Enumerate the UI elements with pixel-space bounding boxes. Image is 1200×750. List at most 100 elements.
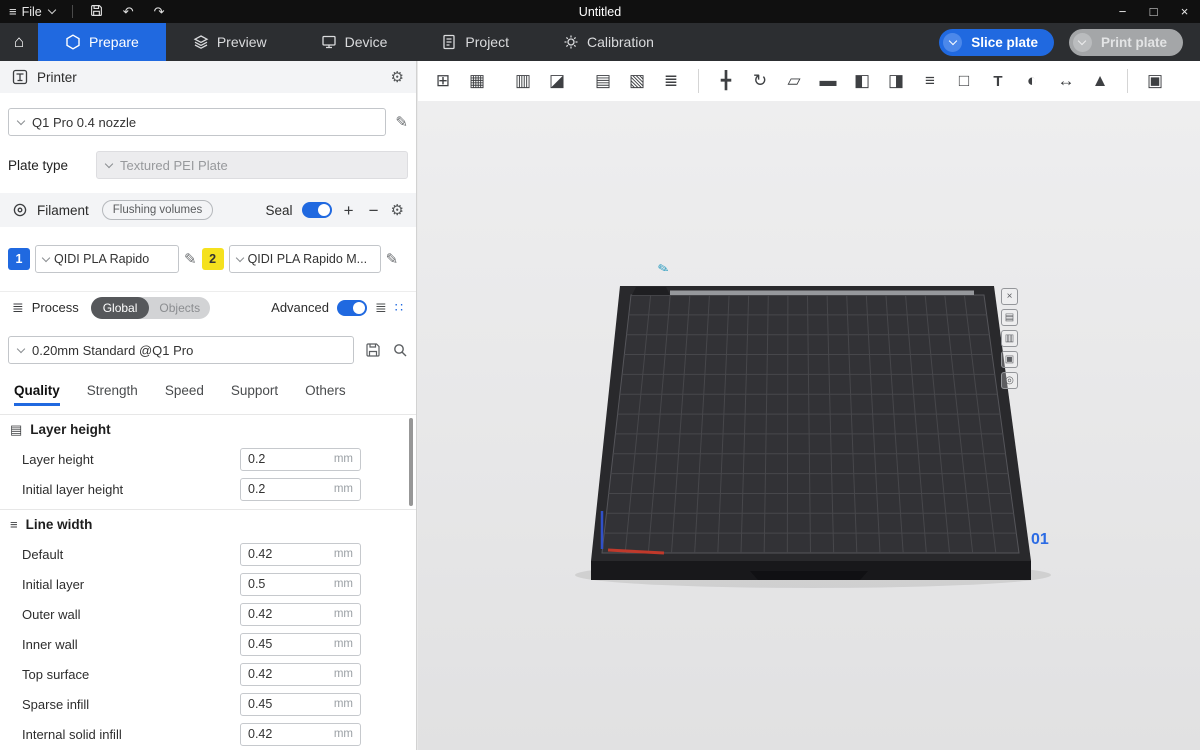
filament-header-label: Filament — [37, 203, 89, 218]
param-section-title: Line width — [26, 517, 93, 532]
tab-prepare[interactable]: Prepare — [38, 23, 166, 61]
add-multiple-plates-icon[interactable]: ▦ — [464, 68, 490, 94]
viewport-canvas[interactable]: ✎ ×▤▥▣◎ 01 — [418, 101, 1200, 750]
sparse-infill-input[interactable]: 0.45mm — [240, 693, 361, 716]
paint-icon[interactable]: ◐ — [1019, 68, 1045, 94]
plate-settings-icon[interactable]: ▧ — [624, 68, 650, 94]
tab-preview[interactable]: Preview — [166, 23, 294, 61]
measure-icon[interactable]: ↔ — [1053, 68, 1079, 94]
tab-label: Device — [345, 34, 388, 50]
split-to-parts-icon[interactable]: ◨ — [883, 68, 909, 94]
label-objects-icon[interactable]: ▤ — [590, 68, 616, 94]
move-icon[interactable]: ╋ — [713, 68, 739, 94]
search-icon[interactable] — [392, 342, 408, 358]
filament-1-select[interactable]: QIDI PLA Rapido — [35, 245, 179, 273]
file-menu[interactable]: ≡ File — [9, 4, 42, 19]
preview-icon — [193, 34, 209, 50]
parameter-list-icon[interactable]: ≣ — [375, 299, 387, 316]
inner-wall-input[interactable]: 0.45mm — [240, 633, 361, 656]
tab-speed[interactable]: Speed — [165, 383, 204, 406]
assembly-view-icon[interactable]: ▣ — [1142, 68, 1168, 94]
variable-layer-height-icon[interactable]: ≡ — [917, 68, 943, 94]
add-filament-button[interactable]: + — [341, 202, 357, 219]
plate-snapshot-icon[interactable]: ▤ — [1001, 309, 1018, 326]
flushing-volumes-button[interactable]: Flushing volumes — [102, 200, 213, 220]
printer-settings-gear-icon[interactable]: ⚙ — [391, 70, 404, 85]
lay-flat-icon[interactable]: ▬ — [815, 68, 841, 94]
default-input[interactable]: 0.42mm — [240, 543, 361, 566]
top-surface-input[interactable]: 0.42mm — [240, 663, 361, 686]
save-button[interactable] — [90, 4, 103, 20]
auto-orient-icon[interactable]: ◪ — [544, 68, 570, 94]
slice-options-chevron-icon[interactable] — [943, 33, 962, 52]
rotate-icon[interactable]: ↻ — [747, 68, 773, 94]
tab-others[interactable]: Others — [305, 383, 346, 406]
close-button[interactable]: × — [1169, 0, 1200, 23]
layer-height-input[interactable]: 0.2mm — [240, 448, 361, 471]
tab-support[interactable]: Support — [231, 383, 278, 406]
delete-plate-icon[interactable]: × — [1001, 288, 1018, 305]
support-paint-icon[interactable]: ▲ — [1087, 68, 1113, 94]
chevron-down-icon — [17, 116, 25, 124]
process-preset-select[interactable]: 0.20mm Standard @Q1 Pro — [8, 336, 354, 364]
auto-arrange-icon[interactable]: ▥ — [510, 68, 536, 94]
process-icon: ≣ — [12, 299, 24, 316]
initial-layer-height-input[interactable]: 0.2mm — [240, 478, 361, 501]
filament-1-badge[interactable]: 1 — [8, 248, 30, 270]
filament-2-badge[interactable]: 2 — [202, 248, 224, 270]
undo-button[interactable]: ↶ — [123, 4, 134, 20]
advanced-toggle[interactable] — [337, 300, 367, 316]
tab-quality[interactable]: Quality — [14, 383, 60, 406]
compare-presets-icon[interactable]: ∷ — [395, 300, 404, 316]
split-to-objects-icon[interactable]: ◧ — [849, 68, 875, 94]
scope-global-button[interactable]: Global — [91, 297, 150, 319]
filament-2-select[interactable]: QIDI PLA Rapido M... — [229, 245, 381, 273]
menu-icon: ≡ — [9, 4, 17, 19]
maximize-button[interactable]: □ — [1138, 0, 1169, 23]
scale-icon[interactable]: ▱ — [781, 68, 807, 94]
edit-printer-icon[interactable]: ✎ — [395, 115, 408, 130]
tab-project[interactable]: Project — [414, 23, 536, 61]
outer-wall-input[interactable]: 0.42mm — [240, 603, 361, 626]
mesh-boolean-icon[interactable]: □ — [951, 68, 977, 94]
filament-settings-gear-icon[interactable]: ⚙ — [391, 203, 404, 218]
filament-section-header: Filament Flushing volumes Seal + − ⚙ — [0, 193, 416, 227]
minimize-button[interactable]: − — [1107, 0, 1138, 23]
lock-plate-icon[interactable]: ▣ — [1001, 351, 1018, 368]
slice-plate-button[interactable]: Slice plate — [939, 29, 1054, 56]
remove-filament-button[interactable]: − — [366, 202, 382, 219]
tab-calibration[interactable]: Calibration — [536, 23, 681, 61]
plate-camera-icon[interactable]: ◎ — [1001, 372, 1018, 389]
file-menu-label: File — [22, 5, 42, 19]
tab-strength[interactable]: Strength — [87, 383, 138, 406]
param-value: 0.2 — [248, 452, 334, 466]
print-plate-button[interactable]: Print plate — [1069, 29, 1183, 56]
plate-type-select[interactable]: Textured PEI Plate — [96, 151, 408, 179]
home-button[interactable]: ⌂ — [0, 23, 38, 61]
param-label: Internal solid infill — [22, 727, 122, 742]
seal-toggle[interactable] — [302, 202, 332, 218]
edit-filament-1-icon[interactable]: ✎ — [184, 252, 197, 267]
text-tool-icon[interactable]: T — [985, 68, 1011, 94]
scope-objects-button[interactable]: Objects — [149, 301, 210, 315]
param-row: Top surface 0.42mm — [0, 659, 416, 689]
param-label: Top surface — [22, 667, 89, 682]
tab-device[interactable]: Device — [294, 23, 415, 61]
printer-select[interactable]: Q1 Pro 0.4 nozzle — [8, 108, 386, 136]
param-row: Outer wall0.42mm — [0, 599, 416, 629]
sidebar-scrollbar[interactable] — [409, 418, 413, 506]
tab-label: Project — [465, 34, 509, 50]
unit-label: mm — [334, 638, 353, 650]
file-menu-chevron-icon[interactable] — [48, 6, 56, 14]
initial-layer-input[interactable]: 0.5mm — [240, 573, 361, 596]
process-tabs: Quality Strength Speed Support Others — [0, 374, 416, 406]
object-list-icon[interactable]: ≣ — [658, 68, 684, 94]
internal-solid-infill-input[interactable]: 0.42mm — [240, 723, 361, 746]
print-options-chevron-icon[interactable] — [1073, 33, 1092, 52]
redo-button[interactable]: ↷ — [154, 4, 165, 20]
save-preset-icon[interactable] — [365, 342, 381, 358]
tab-label: Calibration — [587, 34, 654, 50]
add-plate-icon[interactable]: ⊞ — [430, 68, 456, 94]
plate-name-icon[interactable]: ▥ — [1001, 330, 1018, 347]
edit-filament-2-icon[interactable]: ✎ — [386, 252, 399, 267]
